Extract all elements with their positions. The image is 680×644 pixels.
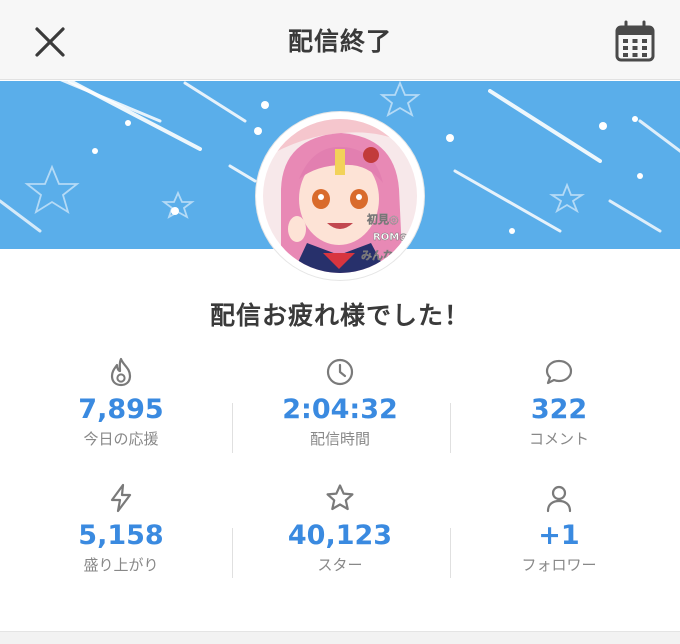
avatar-image: 初見◎ ROM◎ みんな大 xyxy=(263,119,417,273)
stat-label: 今日の応援 xyxy=(83,430,159,448)
stat-label: 盛り上がり xyxy=(83,556,159,574)
page-title: 配信終了 xyxy=(287,27,392,56)
stat-divider xyxy=(450,528,451,578)
avatar-overlay-line-3: みんな大 xyxy=(361,248,405,262)
calendar-icon[interactable] xyxy=(611,18,659,66)
bottom-divider xyxy=(0,631,680,644)
stat-divider xyxy=(450,403,451,453)
stat-value: +1 xyxy=(538,520,580,551)
stat-value: 7,895 xyxy=(78,394,164,425)
completion-message: 配信お疲れ様でした！ xyxy=(209,301,470,330)
stat-excitement: 5,158 盛り上がり xyxy=(8,482,234,575)
header-bar: 配信終了 xyxy=(0,0,680,80)
stat-label: 配信時間 xyxy=(309,430,370,448)
avatar-overlay-line-2: ROM◎ xyxy=(373,232,408,243)
lightning-icon xyxy=(110,483,132,513)
comment-icon xyxy=(545,359,573,385)
stat-label: コメント xyxy=(528,430,589,448)
stat-divider xyxy=(232,403,233,453)
stat-stars: 40,123 スター xyxy=(227,482,453,575)
clock-icon xyxy=(326,358,354,386)
stat-value: 40,123 xyxy=(287,520,393,551)
stat-value: 322 xyxy=(530,394,588,425)
stat-label: スター xyxy=(317,556,363,574)
avatar[interactable]: 初見◎ ROM◎ みんな大 xyxy=(256,112,424,280)
star-icon xyxy=(326,484,354,511)
stat-divider xyxy=(232,528,233,578)
stat-value: 2:04:32 xyxy=(282,394,398,425)
stat-value: 5,158 xyxy=(78,520,164,551)
stat-label: フォロワー xyxy=(521,556,597,574)
stat-followers: +1 フォロワー xyxy=(446,482,672,575)
stat-duration: 2:04:32 配信時間 xyxy=(227,356,453,449)
person-icon xyxy=(546,485,572,513)
avatar-overlay-line-1: 初見◎ xyxy=(367,212,399,226)
stat-comments: 322 コメント xyxy=(446,356,672,449)
fire-icon xyxy=(110,357,132,387)
stat-cheers: 7,895 今日の応援 xyxy=(8,356,234,449)
